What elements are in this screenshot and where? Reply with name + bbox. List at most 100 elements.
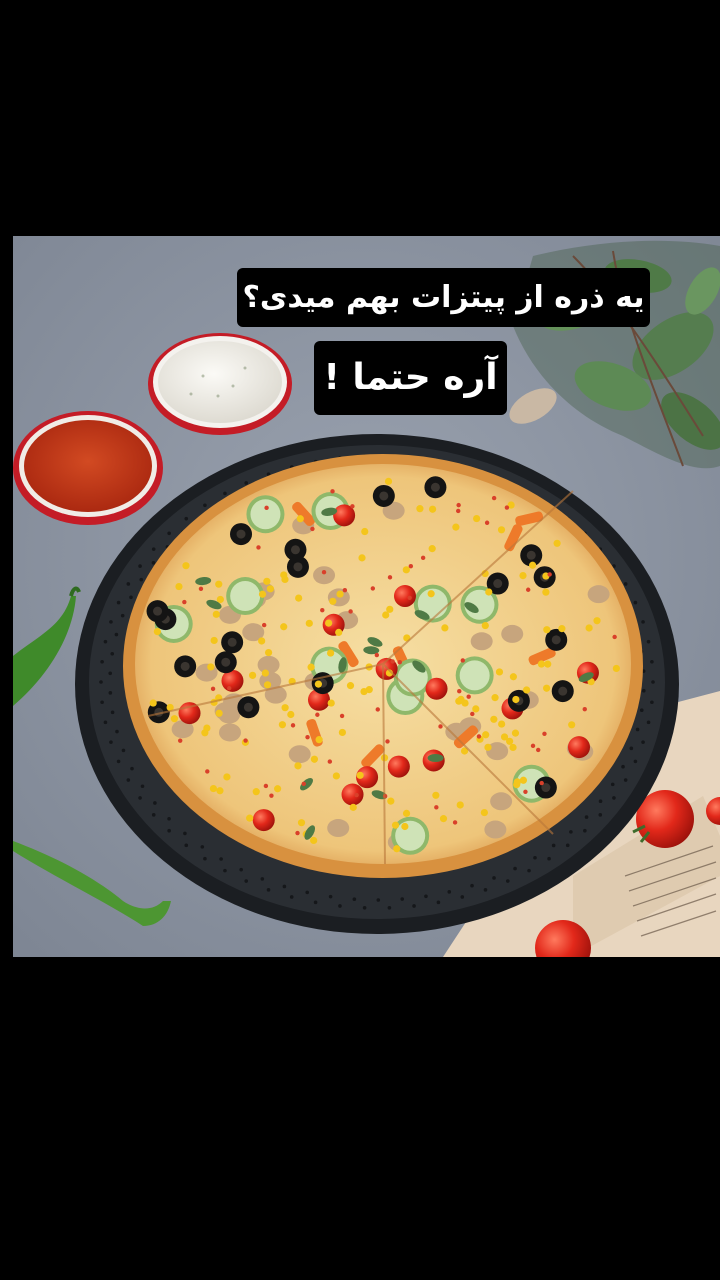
corn-kernel <box>261 669 269 677</box>
pepper-bit <box>305 734 310 740</box>
corn-kernel <box>280 571 288 579</box>
tray-hole <box>126 582 131 586</box>
tray-hole <box>244 879 249 883</box>
corn-kernel <box>386 605 394 613</box>
corn-kernel <box>472 705 480 713</box>
corn-kernel <box>402 566 410 574</box>
corn-kernel <box>544 660 552 668</box>
tray-hole <box>129 595 133 600</box>
tray-hole <box>184 516 189 521</box>
corn-kernel <box>263 577 271 585</box>
corn-kernel <box>207 663 215 671</box>
olive-hole <box>236 529 246 539</box>
olive-hole <box>551 635 561 645</box>
corn-kernel <box>490 715 498 723</box>
tray-hole <box>598 813 603 817</box>
corn-kernel <box>310 836 318 845</box>
corn-kernel <box>201 729 209 737</box>
corn-kernel <box>439 815 448 823</box>
tray-hole <box>183 831 187 836</box>
tray-hole <box>260 877 265 881</box>
tray-hole <box>116 600 121 605</box>
pepper-bit <box>375 707 380 712</box>
corn-kernel <box>266 585 274 593</box>
pepper-bit <box>182 599 187 605</box>
pepper-bit <box>536 747 541 753</box>
pepper-bit <box>210 686 216 692</box>
corn-kernel <box>281 704 289 712</box>
pepper-bit <box>470 711 475 717</box>
tray-hole <box>239 867 243 872</box>
corn-kernel <box>280 623 288 631</box>
tray-hole <box>313 900 318 905</box>
pepper-bit <box>457 689 462 694</box>
tray-hole <box>447 890 452 894</box>
cherry-tomato-half <box>393 585 416 608</box>
corn-kernel <box>585 624 593 632</box>
tray-hole <box>352 897 357 902</box>
corn-kernel <box>327 649 335 657</box>
corn-kernel <box>153 628 161 636</box>
tray-hole <box>116 759 121 764</box>
tray-hole <box>565 843 570 848</box>
pepper-bit <box>198 586 204 591</box>
pizza <box>123 454 643 878</box>
tray-hole <box>184 843 189 848</box>
olive-hole <box>153 606 163 616</box>
tray-hole <box>244 481 249 485</box>
tray-hole <box>646 639 651 644</box>
olive-hole <box>221 657 231 667</box>
cherry-tomato-half <box>387 755 410 778</box>
corn-kernel <box>264 648 273 657</box>
caption-question: یه ذره از پیتزات بهم میدی؟ <box>237 268 650 327</box>
pepper-bit <box>261 622 267 628</box>
tray-hole <box>100 700 104 705</box>
tray-hole <box>120 613 125 618</box>
pepper-bit <box>263 783 269 789</box>
pepper-bit <box>547 572 552 577</box>
pepper-bit <box>407 595 412 600</box>
tray-hole <box>436 900 441 905</box>
tray-hole <box>641 740 645 744</box>
mushroom-slice <box>587 585 610 604</box>
tray-hole <box>138 564 142 568</box>
mushroom-slice <box>288 745 311 764</box>
mushroom-slice <box>218 723 241 742</box>
pepper-bit <box>420 555 426 561</box>
tray-hole <box>641 620 645 624</box>
cherry-tomato-half <box>425 677 448 700</box>
corn-kernel <box>542 588 550 596</box>
tray-hole <box>219 857 223 861</box>
corn-kernel <box>519 571 527 580</box>
corn-kernel <box>209 784 218 793</box>
corn-kernel <box>212 610 220 618</box>
corn-kernel <box>332 772 340 780</box>
tray-hole <box>338 904 342 908</box>
corn-kernel <box>294 762 302 770</box>
corn-kernel <box>358 554 366 562</box>
tray-hole <box>547 856 551 861</box>
olive-hole <box>227 637 237 647</box>
pepper-bit <box>612 634 617 640</box>
tray-hole <box>376 898 381 902</box>
corn-kernel <box>297 819 306 827</box>
corn-kernel <box>258 637 266 645</box>
mushroom-slice <box>257 655 280 674</box>
tray-hole <box>598 799 603 804</box>
mushroom-slice <box>490 792 513 811</box>
corn-kernel <box>427 590 435 598</box>
corn-kernel <box>456 801 464 809</box>
pepper-bit <box>385 739 390 744</box>
tray-hole <box>121 748 126 753</box>
pepper-bit <box>370 586 376 591</box>
corn-kernel <box>495 668 504 676</box>
corn-kernel <box>491 694 499 702</box>
tray-hole <box>99 680 103 684</box>
corn-kernel <box>513 778 521 786</box>
tray-hole <box>505 879 510 883</box>
tray-hole <box>200 845 205 849</box>
corn-kernel <box>568 721 576 729</box>
screen: یه ذره از پیتزات بهم میدی؟ آره حتما ! <box>0 0 720 1280</box>
tray-hole <box>551 843 556 848</box>
tray-hole <box>126 778 131 782</box>
